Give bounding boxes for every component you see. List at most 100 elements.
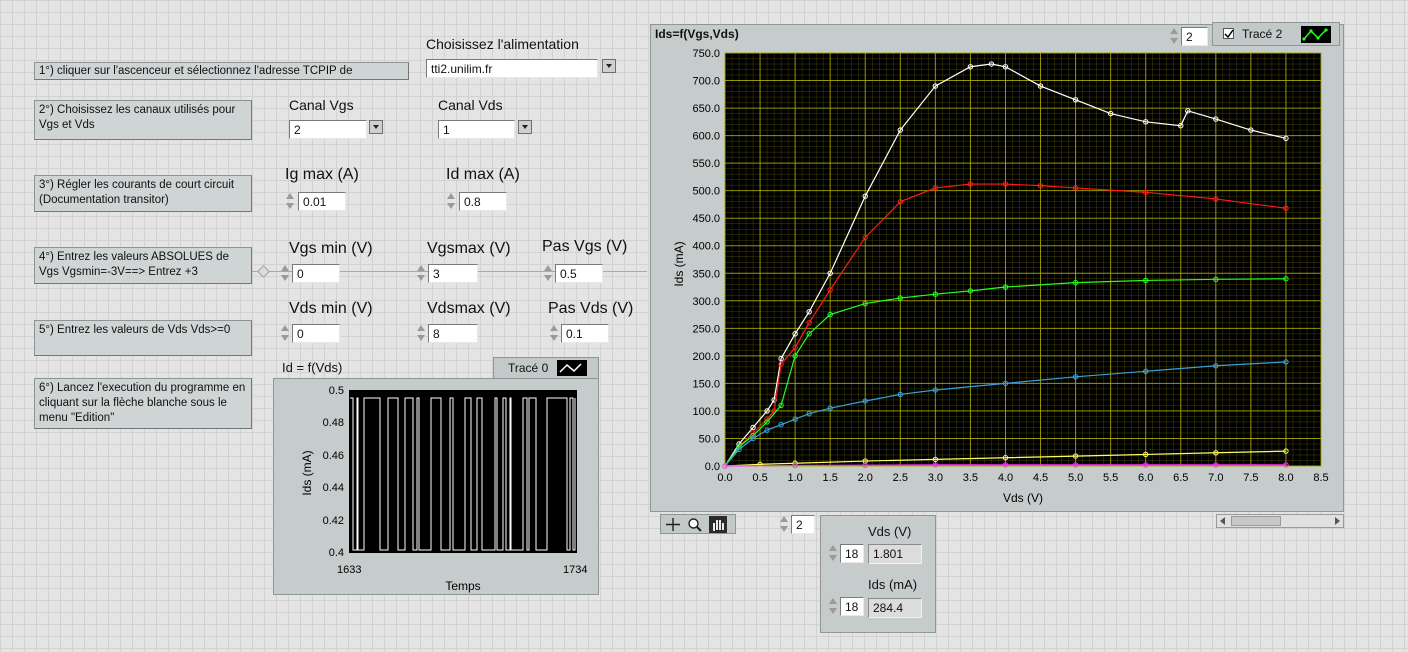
id-max-input[interactable]: 0.8: [459, 192, 507, 211]
connector-node: [257, 265, 270, 278]
y-tick-label: 0.44: [323, 482, 344, 494]
cursor-index-stepper[interactable]: [778, 514, 790, 534]
small-chart-legend-label: Tracé 0: [508, 361, 549, 375]
vgs-min-stepper[interactable]: [279, 263, 291, 283]
canal-vgs-dropdown-button[interactable]: [369, 120, 383, 134]
cursor-ids-label: Ids (mA): [868, 577, 918, 592]
vds-min-label: Vds min (V): [289, 300, 373, 317]
pas-vds-label: Pas Vds (V): [548, 300, 634, 317]
x-tick-label: 4.0: [998, 472, 1013, 484]
step-6-label: 6°) Lancez l'execution du programme en c…: [34, 378, 252, 429]
step-5-label: 5°) Entrez les valeurs de Vds Vds>=0: [34, 320, 252, 356]
x-tick-label: 3.5: [963, 472, 978, 484]
canal-vds-label: Canal Vds: [438, 97, 503, 113]
ig-max-input[interactable]: 0.01: [298, 192, 346, 211]
id-max-stepper[interactable]: [445, 191, 457, 211]
main-chart-xticks: 0.0 0.5 1.0 1.5 2.0 2.5 3.0 3.5 4.0 4.5 5.0 5.5 6.0 6…: [717, 472, 1328, 484]
pan-hand-icon[interactable]: [709, 516, 727, 533]
x-tick-label: 1.5: [823, 472, 838, 484]
cursor-index-input[interactable]: 2: [791, 515, 815, 534]
y-tick-label: 0.48: [323, 417, 344, 429]
y-tick-label: 200.0: [692, 351, 720, 363]
canal-vds-ring[interactable]: 1: [438, 120, 515, 139]
ig-max-stepper[interactable]: [284, 191, 296, 211]
x-tick-label: 2.5: [893, 472, 908, 484]
x-tick-label: 5.5: [1103, 472, 1118, 484]
pas-vds-input[interactable]: 0.1: [561, 324, 609, 343]
x-tick-label: 0.5: [752, 472, 767, 484]
small-chart-title: Id = f(Vds): [282, 360, 343, 375]
scroll-right-icon[interactable]: [1332, 516, 1342, 526]
small-chart-legend[interactable]: Tracé 0: [493, 357, 599, 379]
y-tick-label: 0.42: [323, 515, 344, 527]
chevron-down-icon: [606, 64, 612, 68]
y-tick-label: 0.5: [329, 385, 344, 397]
cursor-ids-stepper[interactable]: [827, 596, 839, 616]
x-tick-label: 8.0: [1278, 472, 1293, 484]
y-tick-label: 500.0: [692, 186, 720, 198]
x-tick-label: 6.0: [1138, 472, 1153, 484]
y-tick-label: 650.0: [692, 103, 720, 115]
vds-max-stepper[interactable]: [415, 323, 427, 343]
vds-max-label: Vdsmax (V): [427, 300, 511, 317]
vds-min-stepper[interactable]: [279, 323, 291, 343]
step-2-label: 2°) Choisissez les canaux utilisés pour …: [34, 100, 252, 140]
x-tick-label: 8.5: [1313, 472, 1328, 484]
vgs-max-input[interactable]: 3: [428, 264, 478, 283]
vgs-min-input[interactable]: 0: [292, 264, 340, 283]
pas-vgs-label: Pas Vgs (V): [542, 238, 628, 255]
main-chart-yticks: 0.050.0100.0150.0200.0250.0300.0350.0400…: [692, 48, 720, 473]
alimentation-dropdown-button[interactable]: [602, 59, 616, 73]
x-tick-label: 4.5: [1033, 472, 1048, 484]
vds-min-input[interactable]: 0: [292, 324, 340, 343]
small-chart-yticks: 0.5 0.48 0.46 0.44 0.42 0.4: [323, 385, 344, 559]
small-chart-plot-area: [349, 390, 577, 553]
pas-vgs-stepper[interactable]: [542, 263, 554, 283]
cursor-vds-stepper[interactable]: [827, 543, 839, 563]
pas-vds-stepper[interactable]: [548, 323, 560, 343]
canal-vgs-label: Canal Vgs: [289, 97, 354, 113]
x-tick-label: 0.0: [717, 472, 732, 484]
vgs-max-label: Vgsmax (V): [427, 240, 511, 257]
cursor-move-icon[interactable]: [665, 517, 681, 532]
y-tick-label: 350.0: [692, 268, 720, 280]
id-max-label: Id max (A): [446, 166, 520, 183]
x-tick-label: 5.0: [1068, 472, 1083, 484]
y-tick-label: 550.0: [692, 158, 720, 170]
scrollbar-thumb[interactable]: [1231, 516, 1281, 526]
cursor-ids-value: 284.4: [868, 598, 922, 618]
y-tick-label: 750.0: [692, 48, 720, 60]
canal-vds-dropdown-button[interactable]: [518, 120, 532, 134]
y-tick-label: 0.46: [323, 450, 344, 462]
alimentation-label: Choisissez l'alimentation: [426, 36, 579, 52]
legend-trace-icon: [557, 360, 587, 376]
small-chart-ylabel: Ids (mA): [300, 450, 314, 495]
y-tick-label: 0.4: [329, 547, 344, 559]
y-tick-label: 50.0: [699, 433, 720, 445]
horizontal-scrollbar[interactable]: [1216, 514, 1344, 528]
y-tick-label: 100.0: [692, 406, 720, 418]
x-tick-label: 3.0: [928, 472, 943, 484]
main-chart: 0.0 50.0 100.0 150.0 200.0 250.0 300.0 350.0 400…: [672, 48, 1329, 505]
step-1-label: 1°) cliquer sur l'ascenceur et sélection…: [34, 62, 409, 80]
scroll-left-icon[interactable]: [1218, 516, 1228, 526]
main-chart-xlabel: Vds (V): [1003, 491, 1043, 505]
vgs-max-stepper[interactable]: [415, 263, 427, 283]
y-tick-label: 150.0: [692, 378, 720, 390]
chevron-down-icon: [373, 125, 379, 129]
x-tick-label: 7.5: [1243, 472, 1258, 484]
cursor-ids-index[interactable]: 18: [840, 597, 864, 616]
y-tick-label: 700.0: [692, 76, 720, 88]
ig-max-label: Ig max (A): [285, 166, 359, 183]
zoom-icon[interactable]: [687, 517, 703, 532]
graph-palette: [660, 514, 736, 534]
canal-vgs-ring[interactable]: 2: [289, 120, 367, 139]
x-tick-label: 1734: [563, 564, 587, 576]
vds-max-input[interactable]: 8: [428, 324, 478, 343]
step-4-label: 4°) Entrez les valeurs ABSOLUES de Vgs V…: [34, 247, 252, 284]
pas-vgs-input[interactable]: 0.5: [555, 264, 603, 283]
x-tick-label: 6.5: [1173, 472, 1188, 484]
cursor-vds-label: Vds (V): [868, 524, 912, 539]
alimentation-ring[interactable]: tti2.unilim.fr: [426, 59, 598, 78]
cursor-vds-index[interactable]: 18: [840, 544, 864, 563]
